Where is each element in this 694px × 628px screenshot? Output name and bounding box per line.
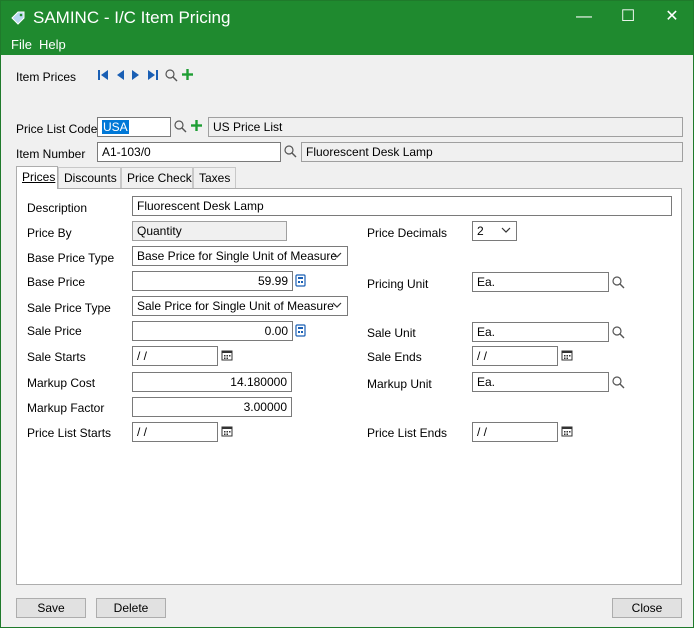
chevron-down-icon: [332, 252, 342, 258]
app-window: SAMINC - I/C Item Pricing — ☐ ✕ File Hel…: [0, 0, 694, 628]
price-by-label: Price By: [27, 226, 72, 240]
pricing-unit-label: Pricing Unit: [367, 277, 429, 291]
tab-price-check[interactable]: Price Check: [121, 167, 193, 188]
description-label: Description: [27, 201, 88, 215]
calendar-icon[interactable]: [221, 425, 233, 437]
price-list-ends-label: Price List Ends: [367, 426, 448, 440]
markup-factor-label: Markup Factor: [27, 401, 105, 415]
title-bar: SAMINC - I/C Item Pricing — ☐ ✕: [1, 1, 693, 35]
price-decimals-label: Price Decimals: [367, 226, 448, 240]
sale-price-type-label: Sale Price Type: [27, 301, 111, 315]
finder-icon[interactable]: [164, 68, 178, 82]
sale-ends-field[interactable]: / /: [472, 346, 558, 366]
markup-cost-label: Markup Cost: [27, 376, 96, 390]
pricing-unit-finder-icon[interactable]: [611, 275, 625, 289]
minimize-icon[interactable]: —: [569, 5, 599, 29]
price-list-starts-label: Price List Starts: [27, 426, 112, 440]
price-list-code-value: USA: [102, 120, 129, 134]
price-list-description: US Price List: [208, 117, 683, 137]
sale-ends-label: Sale Ends: [367, 350, 422, 364]
sale-price-field[interactable]: 0.00: [132, 321, 293, 341]
save-button[interactable]: Save: [16, 598, 86, 618]
price-decimals-select[interactable]: 2: [472, 221, 517, 241]
calendar-icon[interactable]: [561, 425, 573, 437]
item-number-label: Item Number: [16, 147, 86, 161]
sale-price-type-select[interactable]: Sale Price for Single Unit of Measure: [132, 296, 348, 316]
item-prices-label: Item Prices: [16, 70, 77, 84]
tab-taxes[interactable]: Taxes: [193, 167, 236, 188]
maximize-icon[interactable]: ☐: [613, 5, 643, 29]
calendar-icon[interactable]: [561, 349, 573, 361]
item-finder-icon[interactable]: [283, 144, 297, 158]
close-button[interactable]: Close: [612, 598, 682, 618]
next-record-icon[interactable]: [131, 69, 141, 81]
chevron-down-icon: [332, 302, 342, 308]
sale-price-label: Sale Price: [27, 324, 82, 338]
prices-panel: Description Fluorescent Desk Lamp Price …: [16, 188, 682, 585]
markup-unit-field[interactable]: Ea.: [472, 372, 609, 392]
menu-bar: File Help: [1, 35, 693, 55]
markup-cost-field[interactable]: 14.180000: [132, 372, 292, 392]
pricing-unit-field[interactable]: Ea.: [472, 272, 609, 292]
first-record-icon[interactable]: [97, 69, 109, 81]
price-list-code-label: Price List Code: [16, 122, 98, 136]
sale-unit-label: Sale Unit: [367, 326, 416, 340]
add-price-list-icon[interactable]: [190, 119, 203, 132]
markup-unit-finder-icon[interactable]: [611, 375, 625, 389]
sale-starts-label: Sale Starts: [27, 350, 86, 364]
tab-discounts[interactable]: Discounts: [58, 167, 121, 188]
last-record-icon[interactable]: [147, 69, 159, 81]
item-description: Fluorescent Desk Lamp: [301, 142, 683, 162]
markup-unit-label: Markup Unit: [367, 377, 432, 391]
delete-button[interactable]: Delete: [96, 598, 166, 618]
markup-factor-field[interactable]: 3.00000: [132, 397, 292, 417]
price-list-code-field[interactable]: USA: [97, 117, 171, 137]
price-by-field: Quantity: [132, 221, 287, 241]
base-price-label: Base Price: [27, 275, 86, 289]
base-price-type-select[interactable]: Base Price for Single Unit of Measure: [132, 246, 348, 266]
base-price-field[interactable]: 59.99: [132, 271, 293, 291]
menu-file[interactable]: File: [11, 37, 32, 52]
price-list-finder-icon[interactable]: [173, 119, 187, 133]
description-field[interactable]: Fluorescent Desk Lamp: [132, 196, 672, 216]
calculator-icon[interactable]: [295, 274, 306, 287]
price-list-starts-field[interactable]: / /: [132, 422, 218, 442]
chevron-down-icon: [501, 227, 511, 233]
sale-unit-field[interactable]: Ea.: [472, 322, 609, 342]
add-icon[interactable]: [181, 68, 194, 81]
menu-help[interactable]: Help: [39, 37, 66, 52]
tag-icon: [11, 11, 25, 25]
price-list-ends-field[interactable]: / /: [472, 422, 558, 442]
sale-unit-finder-icon[interactable]: [611, 325, 625, 339]
item-number-field[interactable]: A1-103/0: [97, 142, 281, 162]
close-icon[interactable]: ✕: [657, 5, 687, 29]
sale-starts-field[interactable]: / /: [132, 346, 218, 366]
tab-prices[interactable]: Prices: [16, 166, 58, 189]
previous-record-icon[interactable]: [115, 69, 125, 81]
calculator-icon[interactable]: [295, 324, 306, 337]
base-price-type-label: Base Price Type: [27, 251, 115, 265]
calendar-icon[interactable]: [221, 349, 233, 361]
window-title: SAMINC - I/C Item Pricing: [33, 8, 231, 27]
